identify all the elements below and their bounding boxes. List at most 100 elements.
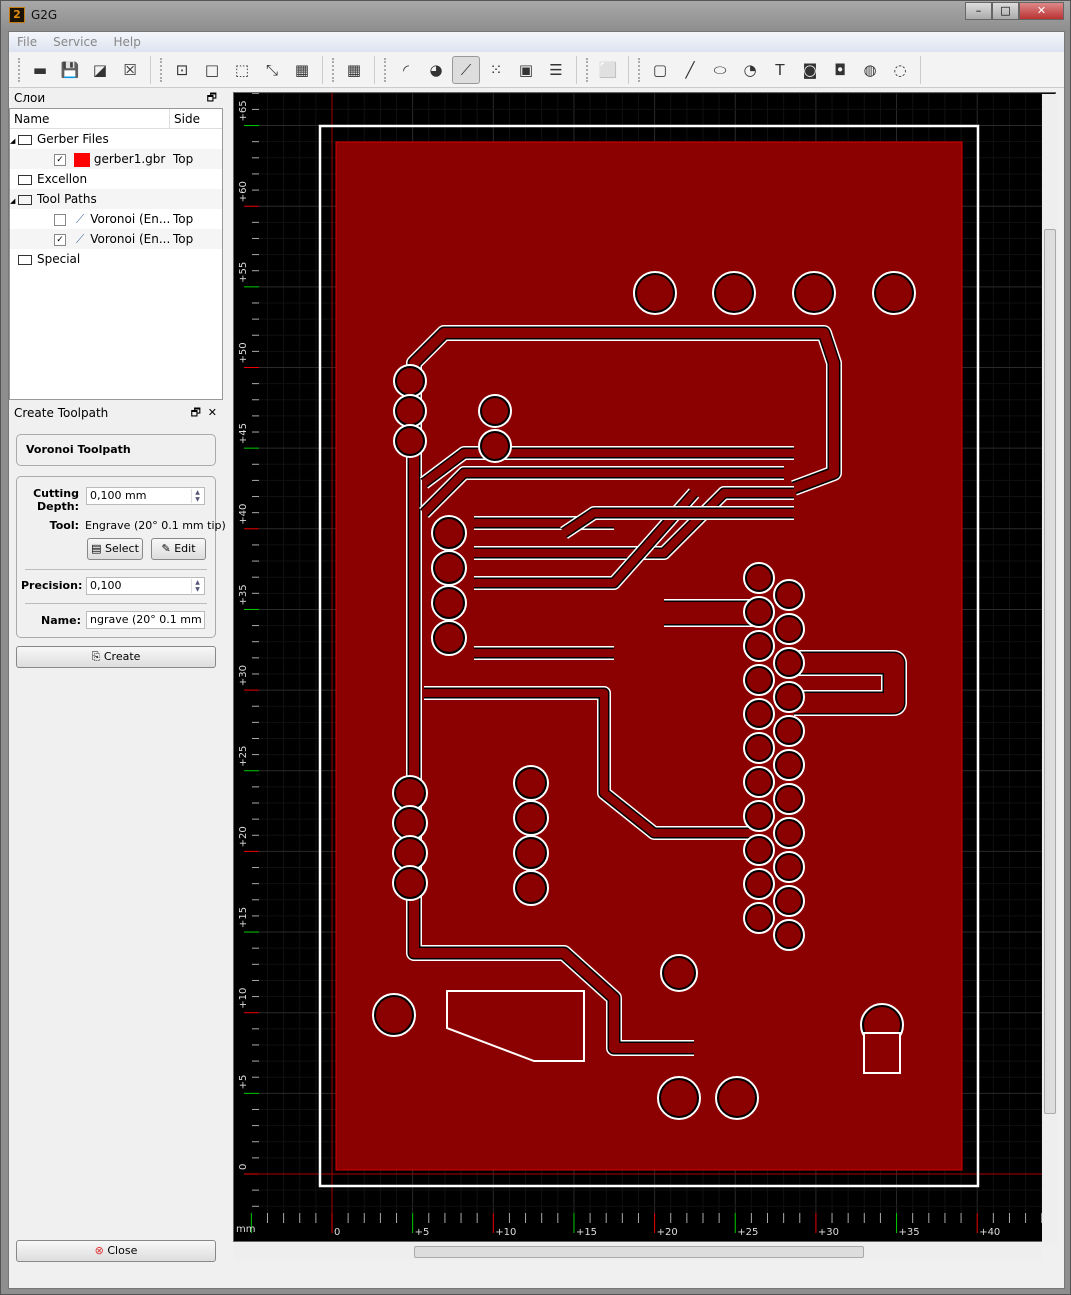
undock-icon[interactable]: 🗗 [207, 89, 217, 107]
arc-icon: ◜ [403, 60, 409, 79]
menu-service[interactable]: Service [53, 35, 97, 49]
grid-button[interactable]: ▦ [288, 56, 316, 84]
arc-button[interactable]: ◜ [392, 56, 420, 84]
profile-button[interactable]: ▣ [512, 56, 540, 84]
layer-item[interactable]: ✓ gerber1.gbr Top [10, 149, 222, 169]
zoom-out-button[interactable]: ⤡ [258, 56, 286, 84]
drill-button[interactable]: ⁙ [482, 56, 510, 84]
layer-item[interactable]: ◢ Gerber Files [10, 129, 222, 149]
close-panel-icon[interactable]: ✕ [208, 404, 217, 422]
pad [777, 583, 801, 607]
grid2-button[interactable]: ▦ [340, 56, 368, 84]
create-toolpath-title: Create Toolpath 🗗 ✕ [9, 404, 223, 422]
layer-item[interactable]: ⟋ Voronoi (En... Top [10, 209, 222, 229]
select-label: Select [104, 542, 139, 555]
pad [777, 719, 801, 743]
toolbar-grip[interactable] [332, 57, 335, 82]
layer-checkbox[interactable] [54, 213, 66, 226]
toolbar-grip[interactable] [638, 57, 641, 82]
xor-button[interactable]: ◌ [886, 56, 914, 84]
intersect-button[interactable]: ◍ [856, 56, 884, 84]
tool-value: Engrave (20° 0.1 mm tip) [85, 519, 226, 532]
toolbar-grip[interactable] [384, 57, 387, 82]
expand-arrow-icon[interactable]: ◢ [10, 131, 18, 151]
zoom-board-button[interactable]: □ [198, 56, 226, 84]
ellipse-button[interactable]: ⬭ [706, 56, 734, 84]
maximize-button[interactable]: □ [992, 2, 1019, 20]
spinner-icon[interactable]: ▲ ▼ [191, 579, 203, 593]
pcb-canvas[interactable]: 0 +5 +10 +15 +20 +25 +30 +35 +40 +45 +50 +55 +60 +65 0… [234, 93, 1056, 1242]
vertical-scroll-thumb[interactable] [1044, 229, 1056, 1114]
y-tick-label: +55 [238, 262, 249, 283]
pocket-button[interactable]: ◕ [422, 56, 450, 84]
arc-shape-button[interactable]: ◔ [736, 56, 764, 84]
title-bar: 2 G2G – □ ✕ [1, 1, 1070, 29]
pad [747, 566, 771, 590]
layer-item[interactable]: Special [10, 249, 222, 269]
pad [664, 958, 694, 988]
toolbar-separator [920, 55, 921, 84]
menu-file[interactable]: File [17, 35, 37, 49]
zoom-in-button[interactable]: ⬚ [228, 56, 256, 84]
close-button[interactable]: ⊗ Close [16, 1240, 216, 1262]
zoom-fit-button[interactable]: ⊡ [168, 56, 196, 84]
cutting-depth-input[interactable]: 0,100 mm ▲ ▼ [86, 487, 205, 505]
name-input[interactable]: ngrave (20° 0.1 mm tip)) [86, 611, 205, 629]
vertical-scrollbar[interactable] [1042, 94, 1058, 1244]
toolbar-grip[interactable] [18, 57, 21, 82]
rectangle-button[interactable]: ▢ [646, 56, 674, 84]
toolbar-separator [628, 55, 629, 84]
horizontal-scroll-thumb[interactable] [414, 1246, 864, 1258]
precision-input[interactable]: 0,100 ▲ ▼ [86, 577, 205, 595]
toolbar-grip[interactable] [160, 57, 163, 82]
y-tick-label: +5 [238, 1075, 249, 1090]
save-button[interactable]: 💾 [56, 56, 84, 84]
tool-label: Tool: [49, 519, 79, 532]
x-tick-label: +5 [415, 1227, 430, 1238]
toolbar-grip[interactable] [586, 57, 589, 82]
x-tick-label: +30 [818, 1227, 839, 1238]
select-tool-button[interactable]: ▤ Select [87, 538, 143, 560]
layer-checkbox[interactable]: ✓ [54, 153, 66, 166]
column-side[interactable]: Side [170, 109, 200, 128]
grid2-icon: ▦ [346, 60, 362, 79]
undock-icon[interactable]: 🗗 [191, 404, 201, 422]
precision-value: 0,100 [90, 579, 122, 592]
x-tick-label: +15 [576, 1227, 597, 1238]
voronoi-button[interactable]: ⟋ [452, 55, 480, 84]
pad [777, 787, 801, 811]
layer-item[interactable]: ◢ Tool Paths [10, 189, 222, 209]
subtract-button[interactable]: ◘ [826, 56, 854, 84]
drill-icon: ⁙ [489, 60, 503, 79]
subtract-icon: ◘ [834, 60, 846, 79]
y-tick-label: +65 [238, 100, 249, 121]
bounds-icon: ⬜ [598, 60, 618, 79]
zoom-board-icon: □ [204, 60, 220, 79]
layer-item[interactable]: ✓ ⟋ Voronoi (En... Top [10, 229, 222, 249]
menu-help[interactable]: Help [113, 35, 140, 49]
close-window-button[interactable]: ✕ [1019, 2, 1064, 20]
layer-checkbox[interactable]: ✓ [54, 233, 66, 246]
layer-item[interactable]: Excellon [10, 169, 222, 189]
expand-arrow-icon[interactable]: ◢ [10, 191, 18, 211]
open-button[interactable]: ▬ [26, 56, 54, 84]
column-name[interactable]: Name [10, 109, 170, 128]
folder-icon [18, 134, 32, 145]
horizontal-scrollbar[interactable] [234, 1244, 1042, 1260]
y-tick-label: +35 [238, 584, 249, 605]
layer-color-swatch[interactable] [73, 152, 90, 167]
pad [747, 600, 771, 624]
union-button[interactable]: ◙ [796, 56, 824, 84]
pcb-graphics-view[interactable]: 0 +5 +10 +15 +20 +25 +30 +35 +40 +45 +50 +55 +60 +65 0… [233, 92, 1056, 1242]
close-file-button[interactable]: ☒ [116, 56, 144, 84]
create-button[interactable]: ⎘ Create [16, 646, 216, 668]
edit-tool-button[interactable]: ✎ Edit [151, 538, 206, 560]
pad [637, 275, 673, 311]
export-button[interactable]: ◪ [86, 56, 114, 84]
tool-db-button[interactable]: ☰ [542, 56, 570, 84]
bounds-button[interactable]: ⬜ [594, 56, 622, 84]
line-button[interactable]: ╱ [676, 56, 704, 84]
minimize-button[interactable]: – [965, 2, 992, 20]
spinner-icon[interactable]: ▲ ▼ [191, 489, 203, 503]
text-button[interactable]: T [766, 56, 794, 84]
